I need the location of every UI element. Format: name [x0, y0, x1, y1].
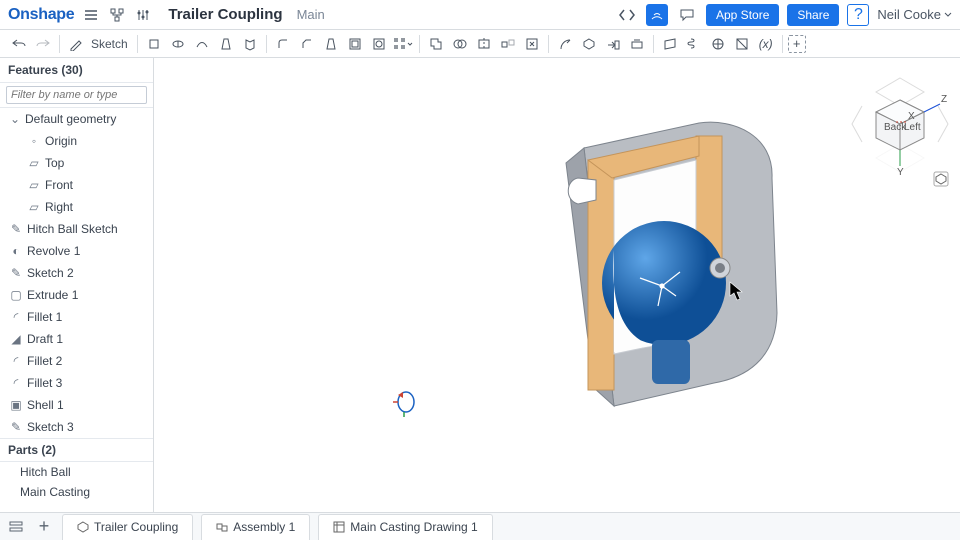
- tab-bar: + Trailer Coupling Assembly 1 Main Casti…: [0, 512, 960, 540]
- top-bar: Onshape Trailer Coupling Main App Store …: [0, 0, 960, 30]
- feature-item[interactable]: ✎Sketch 2: [0, 262, 153, 284]
- tab-part-studio[interactable]: Trailer Coupling: [62, 514, 193, 540]
- replace-face-icon[interactable]: [626, 33, 648, 55]
- tab-assembly[interactable]: Assembly 1: [201, 514, 310, 540]
- feature-item[interactable]: ◜Fillet 1: [0, 306, 153, 328]
- part-item[interactable]: Hitch Ball: [0, 462, 153, 482]
- plane-icon: ▱: [28, 201, 40, 213]
- extrude-icon[interactable]: [143, 33, 165, 55]
- logo[interactable]: Onshape: [8, 6, 74, 24]
- tree-icon[interactable]: [108, 6, 126, 24]
- plane-icon: ▱: [28, 157, 40, 169]
- thicken-icon[interactable]: [239, 33, 261, 55]
- rotate-gizmo-icon: [389, 388, 419, 418]
- svg-text:Z: Z: [941, 94, 947, 105]
- undo-icon[interactable]: [8, 33, 30, 55]
- parts-header[interactable]: Parts (2): [0, 438, 153, 462]
- plane-icon: ▱: [28, 179, 40, 191]
- origin-icon: ◦: [28, 135, 40, 147]
- split-icon[interactable]: [473, 33, 495, 55]
- delete-face-icon[interactable]: [521, 33, 543, 55]
- feature-toolbar: Sketch (x) +: [0, 30, 960, 58]
- sketch-button[interactable]: Sketch: [91, 37, 128, 51]
- config-icon[interactable]: [134, 6, 152, 24]
- view-cube[interactable]: Back Left Z Y X: [850, 72, 950, 182]
- graphics-canvas[interactable]: Back Left Z Y X: [154, 58, 960, 512]
- feature-item[interactable]: ◜Fillet 3: [0, 372, 153, 394]
- redo-icon[interactable]: [32, 33, 54, 55]
- fillet-icon: ◜: [10, 377, 22, 389]
- feature-item[interactable]: ▢Extrude 1: [0, 284, 153, 306]
- pattern-icon[interactable]: [392, 33, 414, 55]
- feature-tree: Features (30) ⌄ Default geometry ◦Origin…: [0, 58, 154, 512]
- fillet-icon: ◜: [10, 311, 22, 323]
- feature-item[interactable]: ✎Hitch Ball Sketch: [0, 218, 153, 240]
- feature-item[interactable]: ◢Draft 1: [0, 328, 153, 350]
- section-view-icon[interactable]: [731, 33, 753, 55]
- transform-icon[interactable]: [497, 33, 519, 55]
- fillet-icon[interactable]: [272, 33, 294, 55]
- chamfer-icon[interactable]: [296, 33, 318, 55]
- caret-down-icon: ⌄: [10, 111, 20, 127]
- features-header[interactable]: Features (30): [0, 58, 153, 83]
- variable-icon[interactable]: (x): [755, 33, 777, 55]
- revolve-icon[interactable]: [167, 33, 189, 55]
- front-plane-item[interactable]: ▱Front: [0, 174, 153, 196]
- extrude-icon: ▢: [10, 289, 22, 301]
- drawing-icon: [333, 521, 345, 533]
- feature-item[interactable]: ◜Fillet 2: [0, 350, 153, 372]
- doc-title[interactable]: Trailer Coupling: [168, 6, 282, 23]
- sketch-icon: ✎: [10, 421, 22, 433]
- rib-icon[interactable]: [368, 33, 390, 55]
- origin-item[interactable]: ◦Origin: [0, 130, 153, 152]
- menu-icon[interactable]: [82, 6, 100, 24]
- sketch-icon: ✎: [10, 267, 22, 279]
- sketch-icon: ✎: [10, 223, 22, 235]
- shell-icon[interactable]: [344, 33, 366, 55]
- help-icon[interactable]: ?: [847, 4, 869, 26]
- tab-drawing[interactable]: Main Casting Drawing 1: [318, 514, 492, 540]
- modify-fillet-icon[interactable]: [554, 33, 576, 55]
- svg-text:Y: Y: [897, 167, 904, 178]
- boolean-icon[interactable]: [425, 33, 447, 55]
- share-button[interactable]: Share: [787, 4, 839, 26]
- model-view: [554, 108, 814, 418]
- revolve-icon: ◐: [10, 245, 22, 257]
- feature-filter-input[interactable]: [6, 86, 147, 104]
- move-face-icon[interactable]: [602, 33, 624, 55]
- app-store-button[interactable]: App Store: [706, 4, 779, 26]
- user-menu[interactable]: Neil Cooke: [877, 7, 952, 22]
- delete-part-icon[interactable]: [578, 33, 600, 55]
- loft-icon[interactable]: [215, 33, 237, 55]
- plane-icon[interactable]: [659, 33, 681, 55]
- intersect-icon[interactable]: [449, 33, 471, 55]
- helix-icon[interactable]: [683, 33, 705, 55]
- top-plane-item[interactable]: ▱Top: [0, 152, 153, 174]
- right-plane-item[interactable]: ▱Right: [0, 196, 153, 218]
- add-custom-icon[interactable]: +: [788, 35, 806, 53]
- tab-manager-icon[interactable]: [6, 517, 26, 537]
- draft-icon[interactable]: [320, 33, 342, 55]
- feature-item[interactable]: ▣Shell 1: [0, 394, 153, 416]
- sketch-pencil-icon[interactable]: [65, 33, 87, 55]
- shell-icon: ▣: [10, 399, 22, 411]
- fillet-icon: ◜: [10, 355, 22, 367]
- partstudio-icon: [77, 521, 89, 533]
- doc-branch[interactable]: Main: [297, 7, 325, 22]
- feature-item[interactable]: ◐Revolve 1: [0, 240, 153, 262]
- featurescript-icon[interactable]: [616, 4, 638, 26]
- comments-icon[interactable]: [676, 4, 698, 26]
- mate-connector-icon[interactable]: [707, 33, 729, 55]
- part-item[interactable]: Main Casting: [0, 482, 153, 502]
- svg-text:X: X: [908, 111, 915, 122]
- svg-text:Left: Left: [904, 122, 921, 133]
- draft-icon: ◢: [10, 333, 22, 345]
- sweep-icon[interactable]: [191, 33, 213, 55]
- assembly-icon: [216, 521, 228, 533]
- default-geometry-group[interactable]: ⌄ Default geometry: [0, 108, 153, 130]
- add-tab-icon[interactable]: +: [34, 517, 54, 537]
- notifications-icon[interactable]: [646, 4, 668, 26]
- feature-item[interactable]: ✎Sketch 3: [0, 416, 153, 438]
